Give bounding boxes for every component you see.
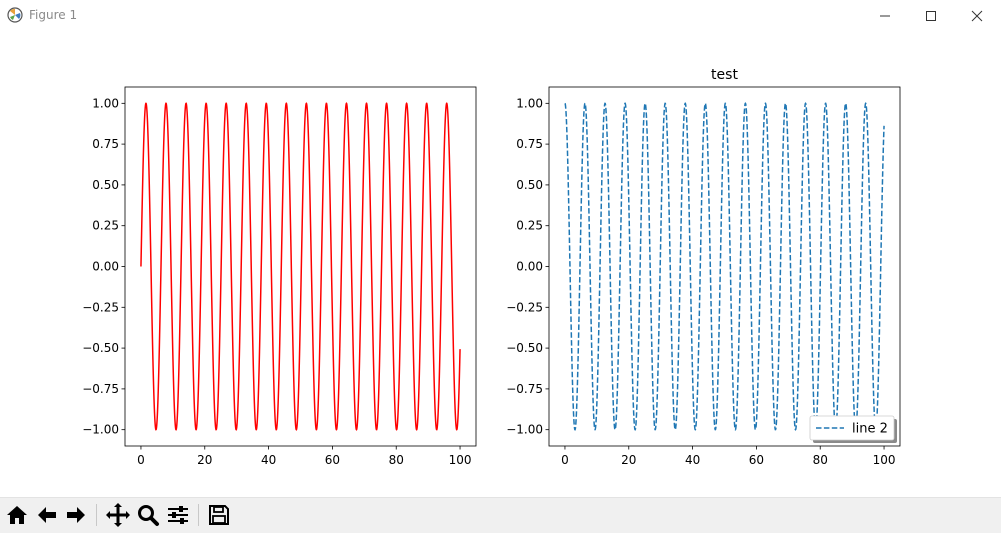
minimize-button[interactable] bbox=[862, 0, 908, 31]
home-icon bbox=[7, 506, 27, 524]
y-tick-label: −0.50 bbox=[82, 341, 119, 355]
pan-move-icon bbox=[106, 503, 130, 527]
y-tick-label: 1.00 bbox=[516, 96, 543, 110]
y-tick-label: −0.75 bbox=[82, 382, 119, 396]
x-tick-label: 80 bbox=[813, 453, 828, 467]
left-subplot: 1.00 0.75 0.50 0.25 0.00 −0.25 −0.50 −0.75 −1.00… bbox=[82, 67, 901, 467]
y-tick-label: 1.00 bbox=[92, 96, 119, 110]
matplotlib-logo-icon bbox=[7, 7, 23, 23]
series-line-1-1 bbox=[140, 102, 461, 431]
y-tick-label: 0.00 bbox=[92, 260, 119, 274]
y-tick-label: 0.00 bbox=[516, 260, 543, 274]
y-tick-label: −0.75 bbox=[506, 382, 543, 396]
y-tick-label: 0.50 bbox=[92, 178, 119, 192]
x-tick-label: 60 bbox=[325, 453, 340, 467]
toolbar-separator bbox=[96, 504, 97, 526]
forward-button[interactable] bbox=[62, 501, 90, 529]
configure-subplots-icon bbox=[168, 506, 188, 524]
x-tick-label: 20 bbox=[621, 453, 636, 467]
home-button[interactable] bbox=[3, 501, 31, 529]
figure-canvas[interactable]: 1.00 0.75 0.50 0.25 0.00 −0.25 −0.50 −0.75 −1.00… bbox=[0, 31, 1001, 496]
x-tick-label: 0 bbox=[137, 453, 145, 467]
zoom-magnifier-icon bbox=[138, 505, 159, 526]
y-tick-label: −1.00 bbox=[82, 423, 119, 437]
y-tick-label: −0.25 bbox=[506, 300, 543, 314]
y-tick-label: −1.00 bbox=[506, 423, 543, 437]
y-tick-label: −0.50 bbox=[506, 341, 543, 355]
minimize-icon bbox=[880, 15, 890, 17]
y-tick-label: 0.25 bbox=[92, 219, 119, 233]
y-tick-label: 0.50 bbox=[516, 178, 543, 192]
back-button[interactable] bbox=[33, 501, 61, 529]
back-arrow-icon bbox=[38, 507, 56, 523]
zoom-button[interactable] bbox=[134, 501, 162, 529]
legend-label: line 2 bbox=[852, 422, 888, 437]
x-tick-label: 60 bbox=[749, 453, 764, 467]
x-tick-label: 100 bbox=[873, 453, 896, 467]
window-titlebar: Figure 1 bbox=[0, 0, 1001, 31]
window-title: Figure 1 bbox=[29, 8, 78, 22]
close-button[interactable] bbox=[954, 0, 1000, 31]
save-floppy-icon bbox=[209, 505, 229, 525]
x-tick-label: 0 bbox=[561, 453, 569, 467]
y-tick-label: 0.75 bbox=[516, 137, 543, 151]
x-tick-label: 100 bbox=[449, 453, 472, 467]
pan-button[interactable] bbox=[104, 501, 132, 529]
navigation-toolbar bbox=[0, 497, 1001, 533]
toolbar-separator bbox=[198, 504, 199, 526]
x-tick-label: 40 bbox=[261, 453, 276, 467]
maximize-button[interactable] bbox=[908, 0, 954, 31]
y-tick-label: −0.25 bbox=[82, 300, 119, 314]
forward-arrow-icon bbox=[67, 507, 85, 523]
series-line-2-1 bbox=[564, 102, 885, 431]
y-tick-label: 0.75 bbox=[92, 137, 119, 151]
y-tick-label: 0.25 bbox=[516, 219, 543, 233]
x-tick-label: 40 bbox=[685, 453, 700, 467]
save-button[interactable] bbox=[205, 501, 233, 529]
x-tick-label: 20 bbox=[197, 453, 212, 467]
configure-subplots-button[interactable] bbox=[164, 501, 192, 529]
maximize-icon bbox=[926, 11, 936, 21]
x-tick-label: 80 bbox=[389, 453, 404, 467]
axes-title: test bbox=[711, 67, 738, 83]
close-icon bbox=[971, 10, 983, 22]
